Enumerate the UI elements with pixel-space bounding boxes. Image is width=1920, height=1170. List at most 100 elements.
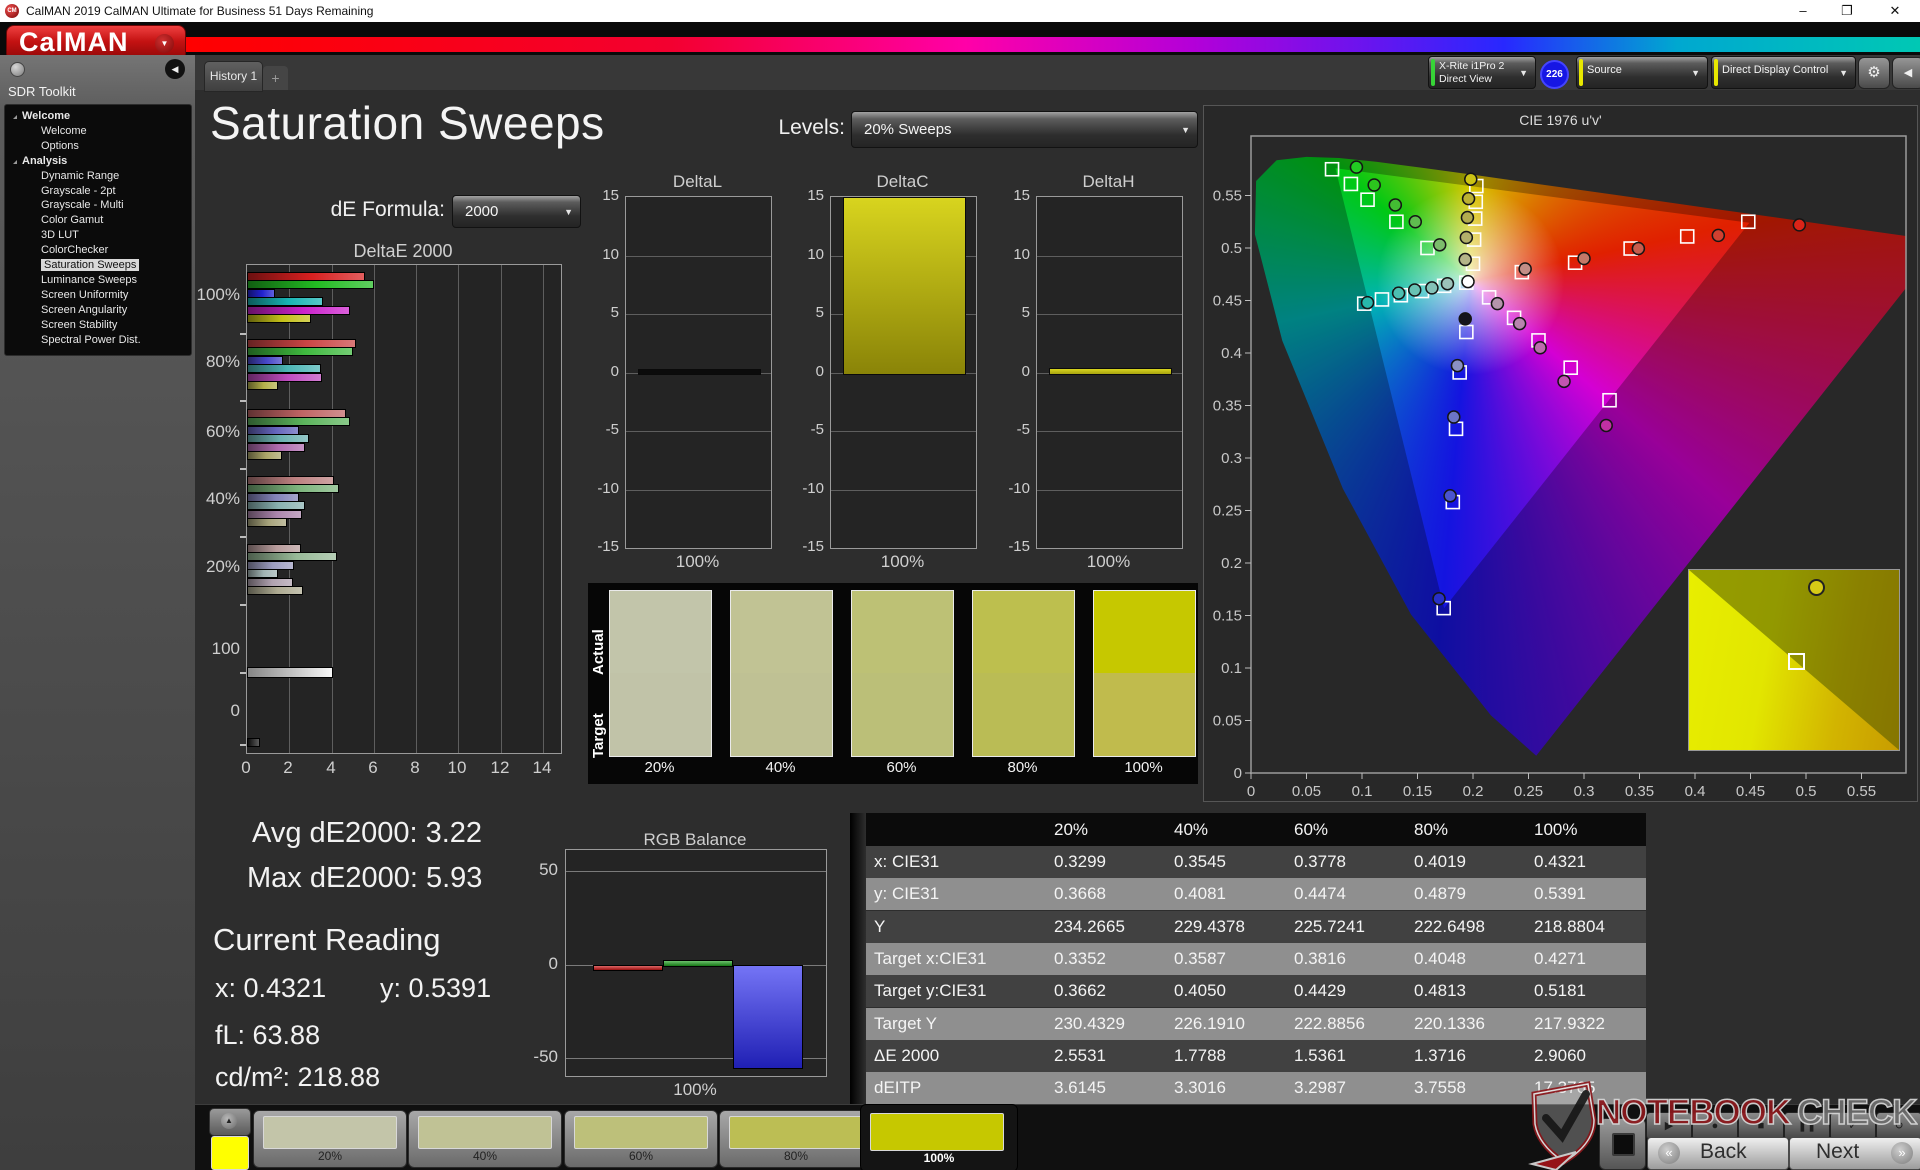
cell-y: CIE31-80%: 0.4879 <box>1414 884 1466 904</box>
swatch-label-20%: 20% <box>644 759 675 776</box>
cell-Target y:CIE31-40%: 0.4050 <box>1174 981 1226 1001</box>
pause-button[interactable]: ❚❚ <box>1784 1112 1830 1140</box>
current-pattern-swatch[interactable] <box>211 1136 249 1170</box>
sidebar-item-color-gamut[interactable]: Color Gamut <box>5 213 191 228</box>
table-col-40%: 40% <box>1174 820 1209 839</box>
pattern-button-20%[interactable]: 20% <box>253 1110 407 1168</box>
sidebar-collapse-button[interactable]: ◀ <box>165 59 185 79</box>
pattern-chip-40% <box>418 1116 552 1149</box>
sidebar-item-spectral-power-dist-[interactable]: Spectral Power Dist. <box>5 333 191 348</box>
de-xlabel-6: 6 <box>368 758 378 777</box>
sidebar-item-colorchecker[interactable]: ColorChecker <box>5 243 191 258</box>
record-button[interactable]: ● <box>1692 1112 1738 1140</box>
pattern-button-100%[interactable]: 100% <box>860 1104 1018 1170</box>
title-bar: CM CalMAN 2019 CalMAN Ultimate for Busin… <box>0 0 1920 22</box>
pattern-button-80%[interactable]: 80% <box>719 1110 873 1168</box>
sidebar-item-screen-stability[interactable]: Screen Stability <box>5 318 191 333</box>
sidebar-item-dynamic-range[interactable]: Dynamic Range <box>5 169 191 184</box>
cell-Target x:CIE31-40%: 0.3587 <box>1174 948 1226 968</box>
pattern-button-60%[interactable]: 60% <box>564 1110 718 1168</box>
restore-button[interactable]: ❐ <box>1834 2 1860 20</box>
gridline <box>831 490 976 491</box>
gridline <box>543 265 544 753</box>
svg-text:0.55: 0.55 <box>1213 188 1242 205</box>
sidebar-item-analysis[interactable]: Analysis <box>5 154 191 169</box>
swatch-label-100%: 100% <box>1124 759 1163 776</box>
add-tab-button[interactable]: + <box>263 66 288 90</box>
row-label-y: CIE31: y: CIE31 <box>874 884 940 904</box>
pattern-label-100%: 100% <box>923 1151 955 1165</box>
cell-Y-40%: 229.4378 <box>1174 916 1245 936</box>
de-formula-label: dE Formula: <box>330 198 445 221</box>
tick <box>240 672 246 674</box>
chevron-down-icon[interactable]: ▼ <box>155 34 174 53</box>
pattern-chip-100% <box>870 1113 1004 1151</box>
sidebar-item-welcome[interactable]: Welcome <box>5 109 191 124</box>
meter-dropdown[interactable]: X-Rite i1Pro 2 Direct View ▼ <box>1428 56 1536 89</box>
svg-text:0.5: 0.5 <box>1796 783 1817 800</box>
gridline <box>626 431 771 432</box>
cell-x: CIE31-80%: 0.4019 <box>1414 852 1466 871</box>
rgb-balance-title: RGB Balance <box>643 830 747 849</box>
table-left-strip <box>850 813 866 1104</box>
sidebar-item-3d-lut[interactable]: 3D LUT <box>5 228 191 243</box>
sidebar-option-button[interactable] <box>10 62 25 77</box>
pattern-popup-button[interactable]: ▲ <box>209 1108 251 1136</box>
ylabel-DeltaL-5: 5 <box>610 304 619 321</box>
next-button[interactable]: Next » <box>1789 1137 1920 1170</box>
rgb-balance-chart <box>565 849 827 1077</box>
check-button[interactable]: ✓ <box>1830 1112 1876 1140</box>
levels-dropdown[interactable]: 20% Sweeps ▼ <box>851 111 1198 148</box>
tick <box>240 468 246 470</box>
de-formula-dropdown[interactable]: 2000 ▼ <box>452 195 581 228</box>
swatch-target-20% <box>610 673 711 756</box>
current-y: y: 0.5391 <box>380 973 492 1003</box>
ylabel-DeltaH-5: 5 <box>1021 304 1030 321</box>
close-button[interactable]: ✕ <box>1882 2 1908 20</box>
row-label-Target y:CIE31: Target y:CIE31 <box>874 981 987 1001</box>
current-x: x: 0.4321 <box>215 973 327 1003</box>
stop-button[interactable] <box>1599 1118 1646 1170</box>
ylabel-DeltaH--5: -5 <box>1016 421 1030 438</box>
next-label: Next <box>1816 1140 1860 1163</box>
de-bar-100%-green <box>247 280 374 289</box>
rgb-bar-blue <box>733 965 803 1069</box>
loop-button[interactable]: ↻ <box>1876 1112 1920 1140</box>
pattern-chip-80% <box>729 1116 863 1149</box>
play-button[interactable]: ▶ <box>1646 1112 1692 1140</box>
stop-button[interactable]: ■ <box>1738 1112 1784 1140</box>
sidebar-item-grayscale-2pt[interactable]: Grayscale - 2pt <box>5 184 191 199</box>
delta-chart-title-DeltaC: DeltaC <box>876 172 929 191</box>
target-row-label: Target <box>590 713 607 758</box>
sidebar-item-screen-angularity[interactable]: Screen Angularity <box>5 303 191 318</box>
sidebar-item-welcome[interactable]: Welcome <box>5 124 191 139</box>
tab-history-1[interactable]: History 1 <box>204 61 263 92</box>
panel-collapse-icon[interactable]: ◀ <box>1892 57 1920 89</box>
gear-icon[interactable]: ⚙ <box>1858 57 1890 89</box>
back-button[interactable]: « Back <box>1647 1137 1789 1170</box>
table-row-x: CIE31: x: CIE31 0.3299 0.3545 0.3778 0.4019 0.4321 <box>866 846 1646 878</box>
de-bar-60%-yellow <box>247 451 282 460</box>
svg-text:0.4: 0.4 <box>1221 345 1242 362</box>
svg-text:0.25: 0.25 <box>1514 783 1543 800</box>
swatch-actual-100% <box>1094 591 1195 673</box>
meter-count-badge[interactable]: 226 <box>1540 60 1569 89</box>
cell-y: CIE31-20%: 0.3668 <box>1054 884 1106 904</box>
svg-text:0.45: 0.45 <box>1213 293 1242 310</box>
levels-value: 20% Sweeps <box>864 121 952 138</box>
minimize-button[interactable]: – <box>1790 2 1816 20</box>
de-formula-value: 2000 <box>465 203 499 220</box>
rgb-xlabel: 100% <box>673 1080 717 1099</box>
stop-icon: ■ <box>1757 1120 1765 1132</box>
sidebar-item-options[interactable]: Options <box>5 139 191 154</box>
cell-dEITP-100%: 17.3765 <box>1534 1078 1596 1098</box>
actual-row-label: Actual <box>590 629 607 675</box>
sidebar-item-grayscale-multi[interactable]: Grayscale - Multi <box>5 198 191 213</box>
pattern-button-40%[interactable]: 40% <box>408 1110 562 1168</box>
cell-ΔE 2000-80%: 1.3716 <box>1414 1045 1466 1065</box>
source-dropdown[interactable]: Source ▼ <box>1576 56 1708 89</box>
display-control-dropdown[interactable]: Direct Display Control ▼ <box>1711 56 1856 89</box>
cell-dEITP-60%: 3.2987 <box>1294 1078 1346 1098</box>
cell-Target Y-20%: 230.4329 <box>1054 1013 1125 1033</box>
sidebar-item-saturation-sweeps[interactable]: Saturation Sweeps <box>5 258 191 273</box>
